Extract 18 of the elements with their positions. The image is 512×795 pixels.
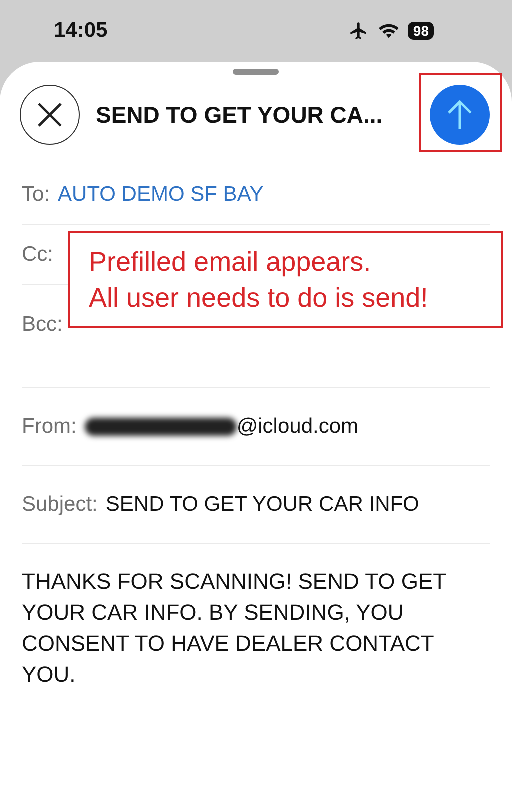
annotation-text: All user needs to do is send! (89, 282, 430, 314)
field-value[interactable]: AUTO DEMO SF BAY (58, 182, 264, 206)
field-label: From: (22, 414, 77, 438)
email-body[interactable]: THANKS FOR SCANNING! SEND TO GET YOUR CAR INFO. BY SENDING, YOU CONSENT TO HAVE DEALER CONTACT YOU. (22, 566, 490, 690)
field-value[interactable]: @icloud.com (236, 414, 359, 438)
field-label: Bcc: (22, 313, 63, 337)
sheet-grabber[interactable] (233, 69, 279, 75)
compose-title: SEND TO GET YOUR CA... (96, 102, 384, 128)
arrow-up-icon (446, 99, 474, 131)
field-label: Cc: (22, 242, 54, 266)
wifi-icon (378, 22, 400, 40)
battery-level: 98 (408, 22, 434, 40)
field-label: To: (22, 182, 50, 206)
status-time: 14:05 (54, 19, 108, 43)
field-label: Subject: (22, 492, 98, 516)
annotation-text: Prefilled email appears. (89, 246, 372, 279)
close-icon (37, 102, 63, 128)
field-value[interactable]: SEND TO GET YOUR CAR INFO (106, 492, 420, 516)
